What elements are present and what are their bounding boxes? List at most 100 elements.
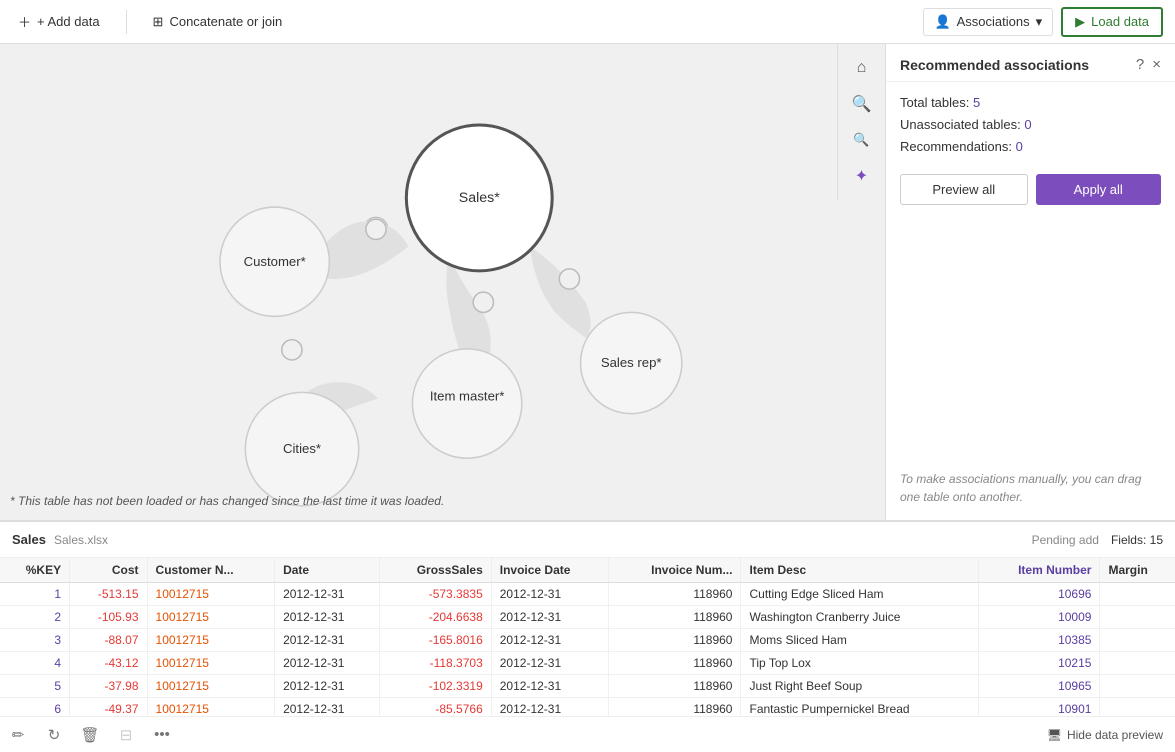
hide-preview-label: Hide data preview: [1067, 728, 1163, 742]
col-date: Date: [275, 558, 380, 583]
more-button[interactable]: •••: [148, 721, 176, 749]
zoom-out-button[interactable]: 🔍: [846, 124, 878, 156]
recommendations-value: 0: [1016, 139, 1023, 154]
table-cell: -49.37: [70, 698, 147, 717]
svg-text:Sales rep*: Sales rep*: [601, 355, 662, 370]
graph-container: Cities* Customer* Item master* Sales rep…: [0, 44, 837, 520]
table-cell: 5: [0, 675, 70, 698]
home-button[interactable]: ⌂: [846, 52, 878, 84]
table-cell: -118.3703: [380, 652, 491, 675]
table-cell: Tip Top Lox: [741, 652, 979, 675]
add-data-button[interactable]: ＋ + Add data: [12, 8, 106, 35]
total-tables-row: Total tables: 5: [900, 92, 1161, 114]
table-cell: -88.07: [70, 629, 147, 652]
col-margin: Margin: [1100, 558, 1175, 583]
main-content: ⌂ 🔍 🔍 ✦: [0, 44, 1175, 520]
toolbar-separator: [126, 10, 127, 34]
zoom-in-button[interactable]: 🔍: [846, 88, 878, 120]
table-cell: 2012-12-31: [491, 629, 609, 652]
table-cell: 118960: [609, 583, 741, 606]
magic-wand-button[interactable]: ✦: [846, 160, 878, 192]
table-row: 3-88.07100127152012-12-31-165.80162012-1…: [0, 629, 1175, 652]
table-cell: 118960: [609, 652, 741, 675]
recommendations-row: Recommendations: 0: [900, 136, 1161, 158]
table-cell: [1100, 629, 1175, 652]
play-icon: ▶: [1075, 14, 1085, 30]
table-cell: 118960: [609, 629, 741, 652]
col-customer: Customer N...: [147, 558, 275, 583]
table-cell: 2012-12-31: [275, 698, 380, 717]
unassociated-row: Unassociated tables: 0: [900, 114, 1161, 136]
table-cell: Just Right Beef Soup: [741, 675, 979, 698]
table-container: %KEY Cost Customer N... Date GrossSales …: [0, 558, 1175, 716]
associations-button[interactable]: 👤 Associations ▾: [923, 8, 1053, 36]
col-invoice-num: Invoice Num...: [609, 558, 741, 583]
table-cell: 4: [0, 652, 70, 675]
data-table: %KEY Cost Customer N... Date GrossSales …: [0, 558, 1175, 716]
table-cell: 118960: [609, 675, 741, 698]
svg-text:Cities*: Cities*: [283, 441, 321, 456]
preview-table-name: Sales: [12, 532, 46, 547]
preview-all-label: Preview all: [932, 182, 995, 197]
table-cell: 10009: [979, 606, 1100, 629]
preview-all-button[interactable]: Preview all: [900, 174, 1028, 205]
col-invoice-date: Invoice Date: [491, 558, 609, 583]
recommendations-label: Recommendations:: [900, 139, 1012, 154]
col-item-number: Item Number: [979, 558, 1100, 583]
table-cell: -165.8016: [380, 629, 491, 652]
table-cell: Moms Sliced Ham: [741, 629, 979, 652]
table-cell: Fantastic Pumpernickel Bread: [741, 698, 979, 717]
concatenate-icon: ⊞: [153, 14, 164, 30]
pending-badge: Pending add: [1032, 533, 1099, 547]
table-cell: 2012-12-31: [491, 698, 609, 717]
table-cell: 10385: [979, 629, 1100, 652]
table-body: 1-513.15100127152012-12-31-573.38352012-…: [0, 583, 1175, 717]
panel-close-button[interactable]: ×: [1152, 56, 1161, 73]
concatenate-button[interactable]: ⊞ Concatenate or join: [147, 10, 289, 34]
table-cell: 2012-12-31: [275, 606, 380, 629]
table-cell: 2: [0, 606, 70, 629]
load-data-button[interactable]: ▶ Load data: [1061, 7, 1163, 37]
table-cell: 10012715: [147, 652, 275, 675]
monitor-icon: 🖥: [1047, 728, 1062, 742]
table-cell: 2012-12-31: [275, 629, 380, 652]
hide-preview-button[interactable]: 🖥 Hide data preview: [1039, 724, 1171, 746]
chevron-down-icon: ▾: [1036, 14, 1043, 30]
panel-stats: Total tables: 5 Unassociated tables: 0 R…: [886, 82, 1175, 168]
panel-title: Recommended associations: [900, 57, 1089, 73]
table-cell: 3: [0, 629, 70, 652]
refresh-button[interactable]: ↻: [40, 721, 68, 749]
edit-button[interactable]: ✏: [4, 721, 32, 749]
load-data-label: Load data: [1091, 14, 1149, 29]
table-cell: 2012-12-31: [275, 652, 380, 675]
toolbar-right: 👤 Associations ▾ ▶ Load data: [923, 7, 1163, 37]
table-cell: -43.12: [70, 652, 147, 675]
delete-button[interactable]: 🗑: [76, 721, 104, 749]
table-cell: 10012715: [147, 583, 275, 606]
table-cell: -102.3319: [380, 675, 491, 698]
total-tables-label: Total tables:: [900, 95, 969, 110]
table-row: 6-49.37100127152012-12-31-85.57662012-12…: [0, 698, 1175, 717]
fields-badge: Fields: 15: [1111, 533, 1163, 547]
table-cell: 10696: [979, 583, 1100, 606]
table-header-row: %KEY Cost Customer N... Date GrossSales …: [0, 558, 1175, 583]
table-cell: -105.93: [70, 606, 147, 629]
table-cell: 2012-12-31: [275, 583, 380, 606]
col-item-desc: Item Desc: [741, 558, 979, 583]
table-cell: 2012-12-31: [491, 583, 609, 606]
panel-header: Recommended associations ? ×: [886, 44, 1175, 82]
canvas-toolbar: ⌂ 🔍 🔍 ✦: [837, 44, 885, 200]
preview-filename: Sales.xlsx: [54, 533, 108, 547]
table-cell: 118960: [609, 606, 741, 629]
table-cell: -573.3835: [380, 583, 491, 606]
panel-help-button[interactable]: ?: [1136, 56, 1144, 73]
footnote: * This table has not been loaded or has …: [10, 494, 444, 508]
manual-message-text: To make associations manually, you can d…: [900, 470, 1161, 506]
data-preview-right: Pending add Fields: 15: [1032, 533, 1163, 547]
panel-actions: Preview all Apply all: [886, 168, 1175, 215]
apply-all-button[interactable]: Apply all: [1036, 174, 1162, 205]
total-tables-value: 5: [973, 95, 980, 110]
panel-header-icons: ? ×: [1136, 56, 1161, 73]
col-cost: Cost: [70, 558, 147, 583]
table-cell: 10215: [979, 652, 1100, 675]
